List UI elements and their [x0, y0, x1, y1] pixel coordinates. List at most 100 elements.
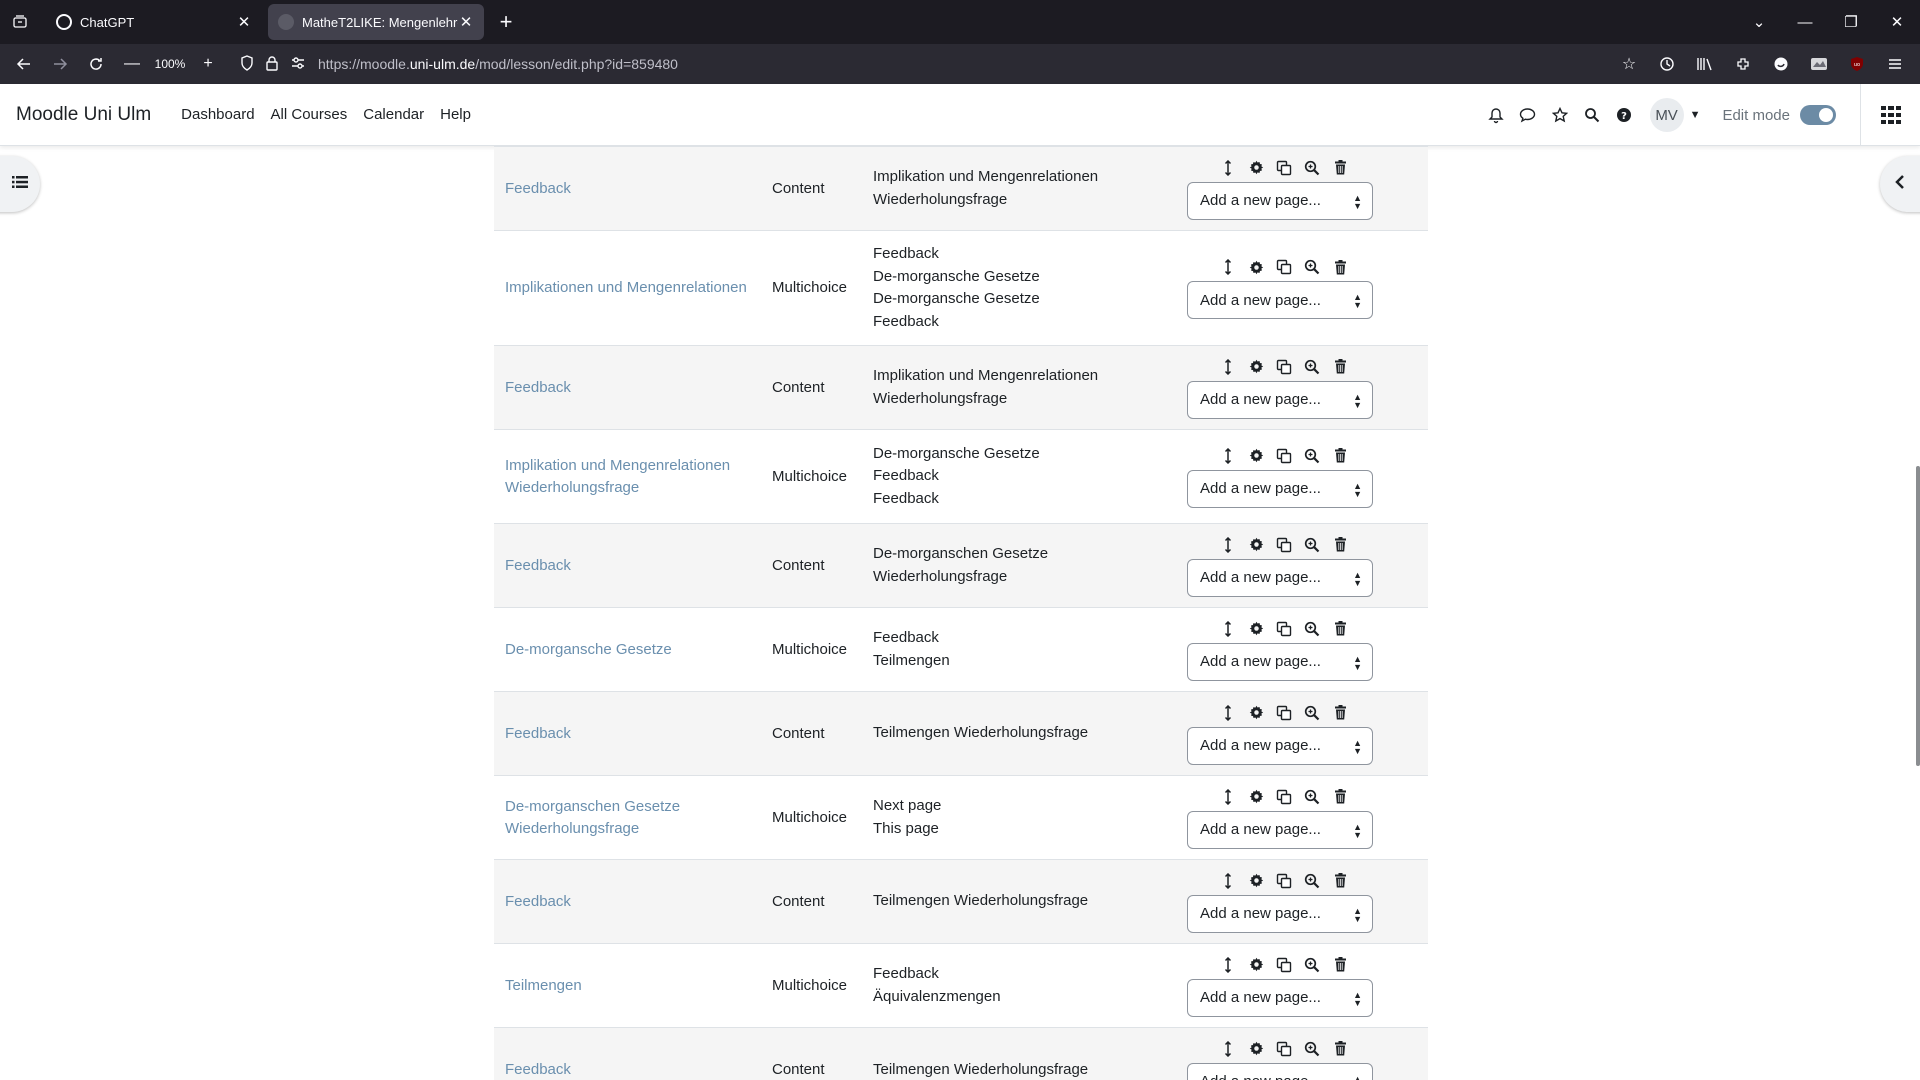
app-menu-icon[interactable] [1876, 48, 1914, 80]
reload-icon[interactable] [78, 48, 114, 80]
page-title-link[interactable]: De-morganschen Gesetze Wiederholungsfrag… [494, 775, 772, 860]
move-arrows-icon[interactable] [1214, 788, 1242, 805]
gear-icon[interactable] [1242, 260, 1270, 275]
site-brand[interactable]: Moodle Uni Ulm [16, 104, 151, 126]
page-title-link[interactable]: Feedback [494, 1027, 772, 1080]
copy-duplicate-icon[interactable] [1270, 621, 1298, 637]
search-icon[interactable] [1576, 99, 1608, 131]
copy-duplicate-icon[interactable] [1270, 259, 1298, 275]
back-icon[interactable] [6, 48, 42, 80]
gear-icon[interactable] [1242, 957, 1270, 972]
page-title-link[interactable]: Implikation und Mengenrelationen Wiederh… [494, 429, 772, 524]
trash-delete-icon[interactable] [1326, 705, 1354, 720]
nav-dashboard[interactable]: Dashboard [181, 106, 254, 123]
user-menu-chevron-down-icon[interactable]: ▼ [1690, 109, 1701, 121]
page-scrollbar[interactable] [1916, 466, 1920, 766]
move-arrows-icon[interactable] [1214, 536, 1242, 553]
zoom-in-icon[interactable]: + [190, 48, 226, 80]
zoom-preview-icon[interactable] [1298, 1041, 1326, 1057]
add-page-select[interactable]: Add a new page... ▲▼ [1187, 181, 1373, 220]
shield-icon[interactable] [240, 54, 254, 74]
add-page-select[interactable]: Add a new page... ▲▼ [1187, 642, 1373, 681]
zoom-preview-icon[interactable] [1298, 957, 1326, 973]
gear-icon[interactable] [1242, 160, 1270, 175]
gear-icon[interactable] [1242, 873, 1270, 888]
add-page-select[interactable]: Add a new page... ▲▼ [1187, 894, 1373, 933]
page-title-link[interactable]: Teilmengen [494, 943, 772, 1028]
user-avatar[interactable]: MV [1649, 98, 1684, 132]
tab-moodle-lesson[interactable]: MatheT2LIKE: Mengenlehre & Aussagenlogik… [268, 4, 484, 40]
ublock-icon[interactable]: uo [1838, 48, 1876, 80]
move-arrows-icon[interactable] [1214, 620, 1242, 637]
copy-duplicate-icon[interactable] [1270, 359, 1298, 375]
messages-icon[interactable] [1512, 99, 1544, 131]
page-title-link[interactable]: Feedback [494, 691, 772, 776]
zoom-preview-icon[interactable] [1298, 705, 1326, 721]
add-page-select[interactable]: Add a new page... ▲▼ [1187, 380, 1373, 419]
gear-icon[interactable] [1242, 1041, 1270, 1056]
move-arrows-icon[interactable] [1214, 159, 1242, 176]
gear-icon[interactable] [1242, 621, 1270, 636]
restore-button[interactable]: ❐ [1828, 13, 1874, 31]
gear-icon[interactable] [1242, 359, 1270, 374]
starred-star-icon[interactable] [1544, 99, 1576, 131]
library-icon[interactable] [1686, 48, 1724, 80]
copy-duplicate-icon[interactable] [1270, 160, 1298, 176]
move-arrows-icon[interactable] [1214, 447, 1242, 464]
trash-delete-icon[interactable] [1326, 359, 1354, 374]
tab-chatgpt[interactable]: ChatGPT ✕ [46, 4, 262, 40]
new-tab-button[interactable]: + [488, 4, 524, 40]
trash-delete-icon[interactable] [1326, 448, 1354, 463]
copy-duplicate-icon[interactable] [1270, 537, 1298, 553]
trash-delete-icon[interactable] [1326, 259, 1354, 275]
move-arrows-icon[interactable] [1214, 259, 1242, 275]
trash-delete-icon[interactable] [1326, 621, 1354, 636]
trash-delete-icon[interactable] [1326, 537, 1354, 552]
zoom-preview-icon[interactable] [1298, 448, 1326, 464]
move-arrows-icon[interactable] [1214, 358, 1242, 375]
add-page-select[interactable]: Add a new page... ▲▼ [1187, 558, 1373, 597]
page-title-link[interactable]: De-morgansche Gesetze [494, 607, 772, 692]
url-bar[interactable]: https://moodle.uni-ulm.de/mod/lesson/edi… [240, 48, 1590, 80]
bookmark-star-icon[interactable]: ☆ [1610, 48, 1648, 80]
copy-duplicate-icon[interactable] [1270, 789, 1298, 805]
tab-list-icon[interactable] [0, 0, 40, 44]
gear-icon[interactable] [1242, 705, 1270, 720]
help-question-icon[interactable]: ? [1608, 99, 1640, 131]
add-page-select[interactable]: Add a new page... ▲▼ [1187, 281, 1373, 319]
zoom-level[interactable]: 100% [150, 57, 190, 71]
add-page-select[interactable]: Add a new page... ▲▼ [1187, 810, 1373, 849]
add-page-select[interactable]: Add a new page... ▲▼ [1187, 1062, 1373, 1080]
copy-duplicate-icon[interactable] [1270, 873, 1298, 889]
page-title-link[interactable]: Feedback [494, 345, 772, 430]
close-tab-icon[interactable]: ✕ [458, 13, 474, 31]
move-arrows-icon[interactable] [1214, 872, 1242, 889]
gear-icon[interactable] [1242, 448, 1270, 463]
edit-mode-toggle[interactable] [1800, 105, 1836, 125]
page-title-link[interactable]: Feedback [494, 859, 772, 944]
course-index-drawer-toggle[interactable] [0, 156, 40, 212]
move-arrows-icon[interactable] [1214, 956, 1242, 973]
history-icon[interactable] [1648, 48, 1686, 80]
zoom-preview-icon[interactable] [1298, 873, 1326, 889]
page-title-link[interactable]: Implikationen und Mengenrelationen [494, 230, 772, 346]
add-page-select[interactable]: Add a new page... ▲▼ [1187, 726, 1373, 765]
gear-icon[interactable] [1242, 789, 1270, 804]
zoom-out-icon[interactable]: — [114, 48, 150, 80]
apps-grid-icon[interactable] [1860, 84, 1920, 146]
move-arrows-icon[interactable] [1214, 1040, 1242, 1057]
trash-delete-icon[interactable] [1326, 160, 1354, 175]
zoom-preview-icon[interactable] [1298, 259, 1326, 275]
copy-duplicate-icon[interactable] [1270, 448, 1298, 464]
move-arrows-icon[interactable] [1214, 704, 1242, 721]
copy-duplicate-icon[interactable] [1270, 705, 1298, 721]
copy-duplicate-icon[interactable] [1270, 1041, 1298, 1057]
permissions-icon[interactable] [290, 55, 306, 74]
sync-account-icon[interactable] [1762, 48, 1800, 80]
url-text[interactable]: https://moodle.uni-ulm.de/mod/lesson/edi… [318, 56, 678, 72]
zoom-preview-icon[interactable] [1298, 789, 1326, 805]
close-tab-icon[interactable]: ✕ [236, 13, 252, 31]
zoom-preview-icon[interactable] [1298, 537, 1326, 553]
nav-calendar[interactable]: Calendar [363, 106, 424, 123]
add-page-select[interactable]: Add a new page... ▲▼ [1187, 978, 1373, 1017]
